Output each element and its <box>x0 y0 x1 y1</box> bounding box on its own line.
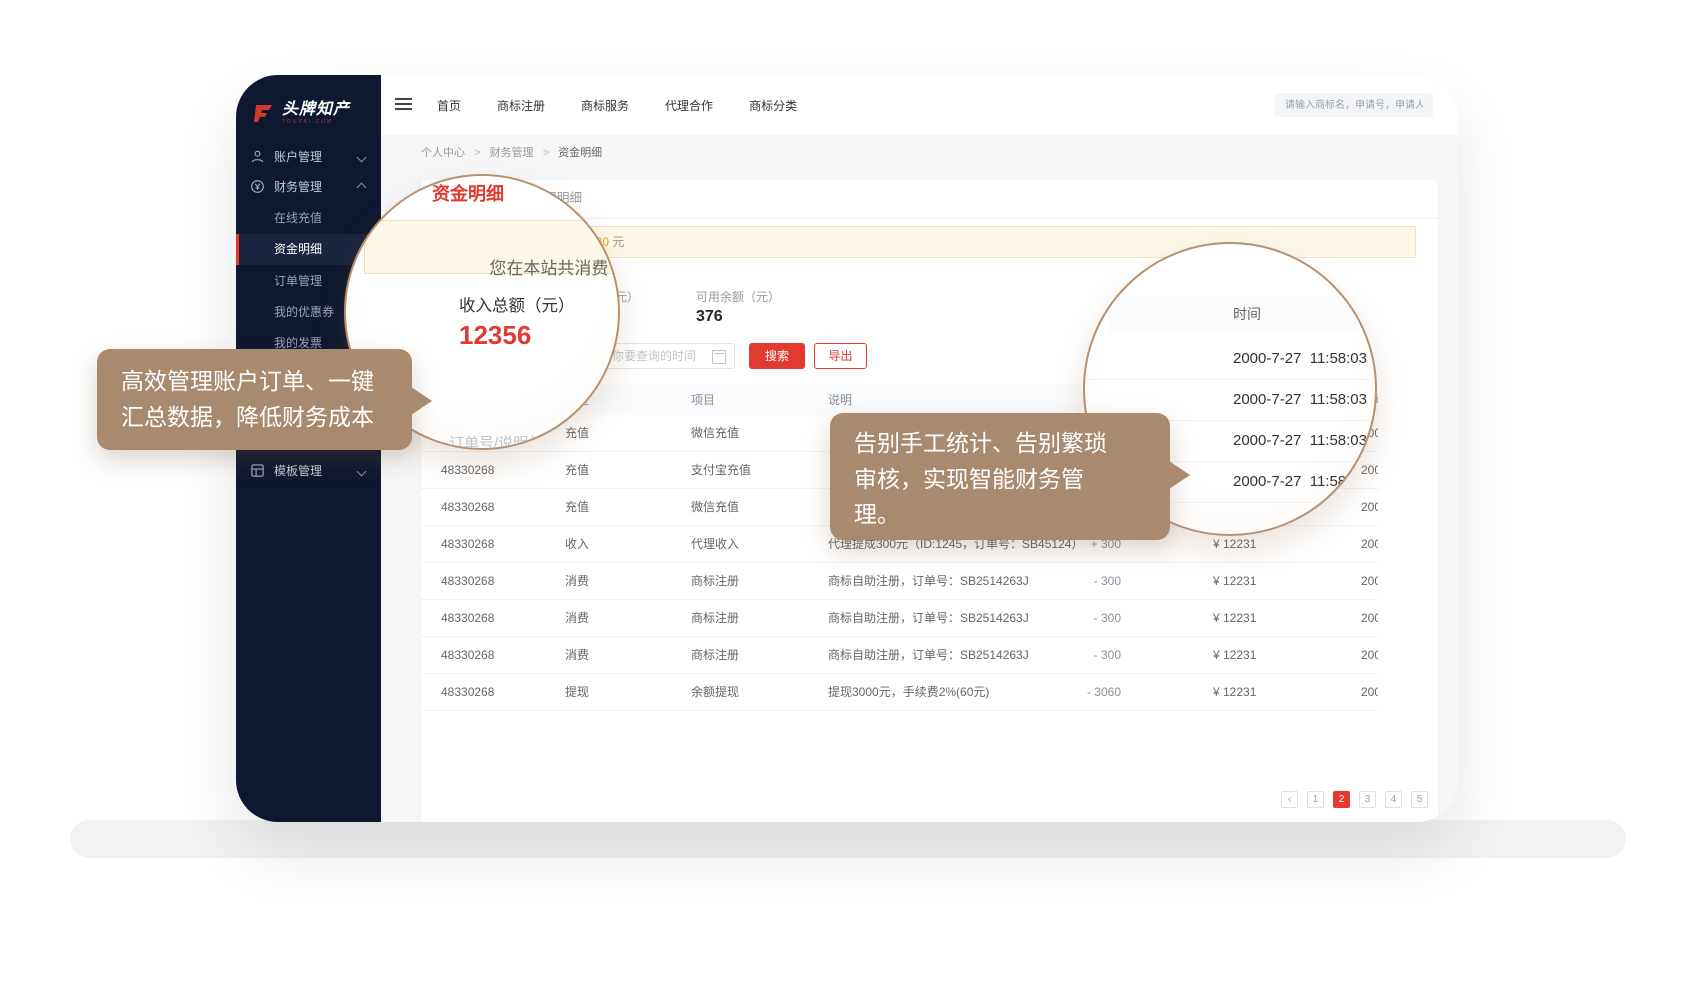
table-row[interactable]: 48330268 消费 商标注册 商标自助注册，订单号：SB2514263J -… <box>421 637 1378 674</box>
brand-logo-icon <box>252 101 276 125</box>
cell-project: 商标注册 <box>691 600 739 636</box>
cell-order: 48330268 <box>441 526 494 562</box>
top-navbar: 首页 商标注册 商标服务 代理合作 商标分类 <box>381 75 1458 135</box>
calendar-icon <box>712 350 726 364</box>
cell-order: 48330268 <box>441 600 494 636</box>
sidebar-item-label: 账户管理 <box>274 142 322 172</box>
cell-type: 充值 <box>565 489 589 525</box>
breadcrumb: 个人中心 > 财务管理 > 资金明细 <box>381 135 1458 172</box>
cell-amount: - 300 <box>981 637 1121 673</box>
sidebar-subitem-recharge[interactable]: 在线充值 <box>236 203 381 234</box>
cell-order: 48330268 <box>441 489 494 525</box>
cell-order: 48330268 <box>441 563 494 599</box>
cell-amount: - 300 <box>981 600 1121 636</box>
nav-menu: 首页 商标注册 商标服务 代理合作 商标分类 <box>437 75 797 135</box>
header-project[interactable]: 项目 <box>691 385 702 415</box>
cell-project: 代理收入 <box>691 526 739 562</box>
cell-type: 收入 <box>565 526 589 562</box>
cell-amount: - 300 <box>981 563 1121 599</box>
magnified-tab-fragment: 资金明细 <box>432 180 504 206</box>
chevron-down-icon <box>357 153 367 163</box>
callout-right: 告别手工统计、告别繁琐 审核，实现智能财务管 理。 <box>830 413 1170 540</box>
pagination: ‹ 1 2 3 4 5 <box>1281 791 1428 808</box>
cell-project: 微信充值 <box>691 415 739 451</box>
nav-item[interactable]: 首页 <box>437 97 461 114</box>
nav-item[interactable]: 商标服务 <box>581 97 629 114</box>
sidebar-item-finance[interactable]: 财务管理 <box>236 172 381 202</box>
sidebar-item-label: 模板管理 <box>274 456 322 486</box>
search-button[interactable]: 搜索 <box>749 343 805 369</box>
magnified-banner-text: 您在本站共消费 32124 元 <box>461 234 620 300</box>
nav-item[interactable]: 商标分类 <box>749 97 797 114</box>
cell-time: 2000-7-27 11:58:03 <box>1361 637 1378 673</box>
template-icon <box>250 463 265 478</box>
cell-time: 2000-7-27 11:58:03 <box>1361 600 1378 636</box>
cell-project: 支付宝充值 <box>691 452 751 488</box>
brand-logo[interactable]: 头牌知产 TOUPAI.COM <box>252 101 350 125</box>
breadcrumb-item[interactable]: 个人中心 <box>421 147 465 159</box>
stat-available-value: 376 <box>696 308 723 326</box>
cell-project: 商标注册 <box>691 637 739 673</box>
user-icon <box>250 149 265 164</box>
cell-balance: ¥ 12231 <box>1213 637 1256 673</box>
cell-time: 2000-7-27 11:58:03 <box>1361 563 1378 599</box>
cell-balance: ¥ 12231 <box>1213 600 1256 636</box>
cell-order: 48330268 <box>441 452 494 488</box>
breadcrumb-item[interactable]: 财务管理 <box>490 147 534 159</box>
marketing-screenshot: 头牌知产 TOUPAI.COM 账户管理 财务管理 在线充值 <box>0 0 1696 1002</box>
search-input[interactable] <box>1275 93 1433 117</box>
cell-order: 48330268 <box>441 674 494 710</box>
pagination-prev[interactable]: ‹ <box>1281 791 1298 808</box>
magnified-time-header: 时间 <box>1233 304 1261 324</box>
sidebar-item-account[interactable]: 账户管理 <box>236 142 381 172</box>
sidebar-item-label: 财务管理 <box>274 172 322 202</box>
cell-time: 2000-7-27 11:58:03 <box>1361 526 1378 562</box>
nav-item[interactable]: 代理合作 <box>665 97 713 114</box>
nav-item[interactable]: 商标注册 <box>497 97 545 114</box>
stat-available-label: 可用余额（元） <box>696 288 780 305</box>
pagination-page-2-active[interactable]: 2 <box>1333 791 1350 808</box>
cell-type: 消费 <box>565 600 589 636</box>
cell-amount: - 3060 <box>981 674 1121 710</box>
cell-type: 消费 <box>565 563 589 599</box>
cell-project: 微信充值 <box>691 489 739 525</box>
callout-arrow-icon <box>411 387 432 415</box>
table-row[interactable]: 48330268 消费 商标注册 商标自助注册，订单号：SB2514263J -… <box>421 600 1378 637</box>
table-row[interactable]: 48330268 提现 余额提现 提现3000元，手续费2%(60元) - 30… <box>421 674 1378 711</box>
finance-icon <box>250 179 265 194</box>
cell-desc: 提现3000元，手续费2%(60元) <box>828 674 989 710</box>
callout-left: 高效管理账户订单、一键 汇总数据，降低财务成本 <box>97 349 412 450</box>
header-desc: 说明 <box>828 385 852 415</box>
cell-project: 商标注册 <box>691 563 739 599</box>
table-row[interactable]: 48330268 消费 商标注册 商标自助注册，订单号：SB2514263J -… <box>421 563 1378 600</box>
magnified-time-row: 2000-7-27 11:58:03 <box>1085 339 1375 380</box>
callout-arrow-icon <box>1169 461 1190 489</box>
cell-type: 提现 <box>565 674 589 710</box>
pagination-page-4[interactable]: 4 <box>1385 791 1402 808</box>
cell-time: 2000-7-27 11:58:03 <box>1361 674 1378 710</box>
cell-type: 充值 <box>565 452 589 488</box>
cell-balance: ¥ 12231 <box>1213 563 1256 599</box>
magnified-income-label: 收入总额（元） <box>459 292 575 316</box>
cell-type: 消费 <box>565 637 589 673</box>
magnified-keyword-placeholder: 订单号/说明关键字 <box>449 432 573 450</box>
pagination-page-1[interactable]: 1 <box>1307 791 1324 808</box>
brand-tagline: TOUPAI.COM <box>282 119 350 125</box>
cell-balance: ¥ 12231 <box>1213 674 1256 710</box>
cell-order: 48330268 <box>441 637 494 673</box>
chevron-down-icon <box>357 467 367 477</box>
pagination-page-5[interactable]: 5 <box>1411 791 1428 808</box>
pagination-page-3[interactable]: 3 <box>1359 791 1376 808</box>
chevron-up-icon <box>357 183 367 193</box>
brand-name: 头牌知产 <box>282 101 350 119</box>
sidebar-item-template[interactable]: 模板管理 <box>236 456 381 486</box>
magnified-income-value: 12356 <box>459 320 531 351</box>
breadcrumb-current: 资金明细 <box>558 147 602 159</box>
menu-icon[interactable] <box>395 98 412 113</box>
export-button[interactable]: 导出 <box>814 343 867 369</box>
active-indicator <box>236 234 239 265</box>
cell-project: 余额提现 <box>691 674 739 710</box>
laptop-base <box>70 820 1626 858</box>
